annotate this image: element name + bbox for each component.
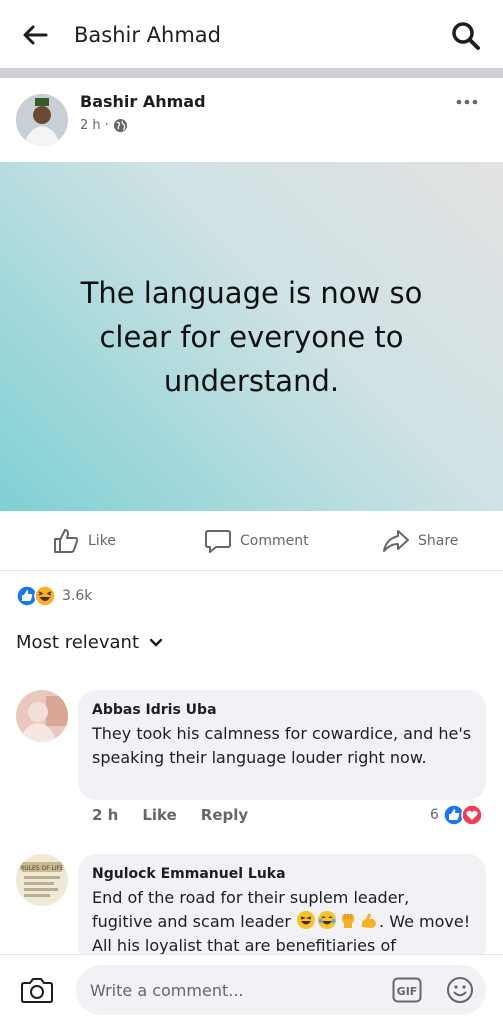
sort-label: Most relevant <box>16 632 140 653</box>
commenter-name[interactable]: Abbas Idris Uba <box>92 700 472 720</box>
comment-input[interactable] <box>76 965 486 1015</box>
share-arrow-icon <box>383 530 409 552</box>
post-time[interactable]: 2 h <box>80 118 101 133</box>
comment-reaction-count: 6 <box>430 807 439 823</box>
back-button[interactable] <box>18 20 52 50</box>
post-more-button[interactable] <box>452 92 482 112</box>
post-actions: Like Comment Share <box>0 512 503 571</box>
post-text: The language is now so clear for everyon… <box>80 275 423 398</box>
camera-button[interactable] <box>20 975 54 1005</box>
comment-composer: GIF <box>0 954 503 1025</box>
like-label: Like <box>88 533 116 549</box>
comment-bubble: Abbas Idris Uba They took his calmness f… <box>78 690 486 800</box>
laughing-emoji-icon <box>297 911 316 929</box>
love-reaction-icon <box>461 804 483 826</box>
post-text-background[interactable]: The language is now so clear for everyon… <box>0 162 503 511</box>
comment-meta: 2 h Like Reply <box>92 806 248 824</box>
globe-icon <box>113 118 127 133</box>
post-header: Bashir Ahmad 2 h · <box>0 78 503 162</box>
arrow-left-icon <box>23 25 48 45</box>
meta-dot: · <box>104 118 109 133</box>
avatar-text: RULES OF LIFE <box>20 865 64 872</box>
emoji-button[interactable] <box>445 975 475 1005</box>
commenter-avatar[interactable]: RULES OF LIFE <box>16 854 68 906</box>
comment-label: Comment <box>240 533 309 549</box>
camera-icon <box>21 978 53 1003</box>
comment-sort-dropdown[interactable]: Most relevant <box>16 632 163 653</box>
comment-text: They took his calmness for cowardice, an… <box>92 724 472 767</box>
raised-fist-emoji-icon <box>342 914 355 928</box>
section-divider <box>0 68 503 78</box>
share-button[interactable]: Share <box>382 526 458 556</box>
tears-of-joy-emoji-icon <box>318 911 337 929</box>
comment-time: 2 h <box>92 806 119 824</box>
comment-bubble: Ngulock Emmanuel Luka End of the road fo… <box>78 854 486 964</box>
reaction-count: 3.6k <box>62 588 93 604</box>
gif-label: GIF <box>397 985 418 998</box>
search-button[interactable] <box>448 18 484 52</box>
comment-like-button[interactable]: Like <box>142 806 176 824</box>
comment-reactions[interactable]: 6 <box>430 804 483 826</box>
share-label: Share <box>418 533 459 549</box>
gif-button[interactable]: GIF <box>392 977 422 1003</box>
comment-button[interactable]: Comment <box>204 526 309 556</box>
page-title: Bashir Ahmad <box>74 23 221 47</box>
post-author-name[interactable]: Bashir Ahmad <box>80 92 206 111</box>
search-icon <box>452 22 480 50</box>
comment-emojis <box>296 910 379 930</box>
smiley-icon <box>447 977 473 1003</box>
flexed-biceps-emoji-icon <box>361 913 377 928</box>
author-avatar[interactable] <box>16 94 68 146</box>
commenter-name[interactable]: Ngulock Emmanuel Luka <box>92 864 472 884</box>
chevron-down-icon <box>149 638 163 647</box>
thumbs-up-icon <box>54 529 79 553</box>
commenter-avatar[interactable] <box>16 690 68 742</box>
haha-reaction-icon <box>34 585 56 607</box>
more-horizontal-icon <box>456 99 478 105</box>
comment-text: End of the road for their suplem leader,… <box>92 886 472 958</box>
reactions-summary[interactable]: 3.6k <box>16 584 92 608</box>
like-button[interactable]: Like <box>52 526 116 556</box>
post-meta: 2 h · <box>80 118 128 133</box>
comment-bubble-icon <box>205 530 231 553</box>
comment-reply-button[interactable]: Reply <box>201 806 248 824</box>
top-bar: Bashir Ahmad <box>0 0 503 68</box>
